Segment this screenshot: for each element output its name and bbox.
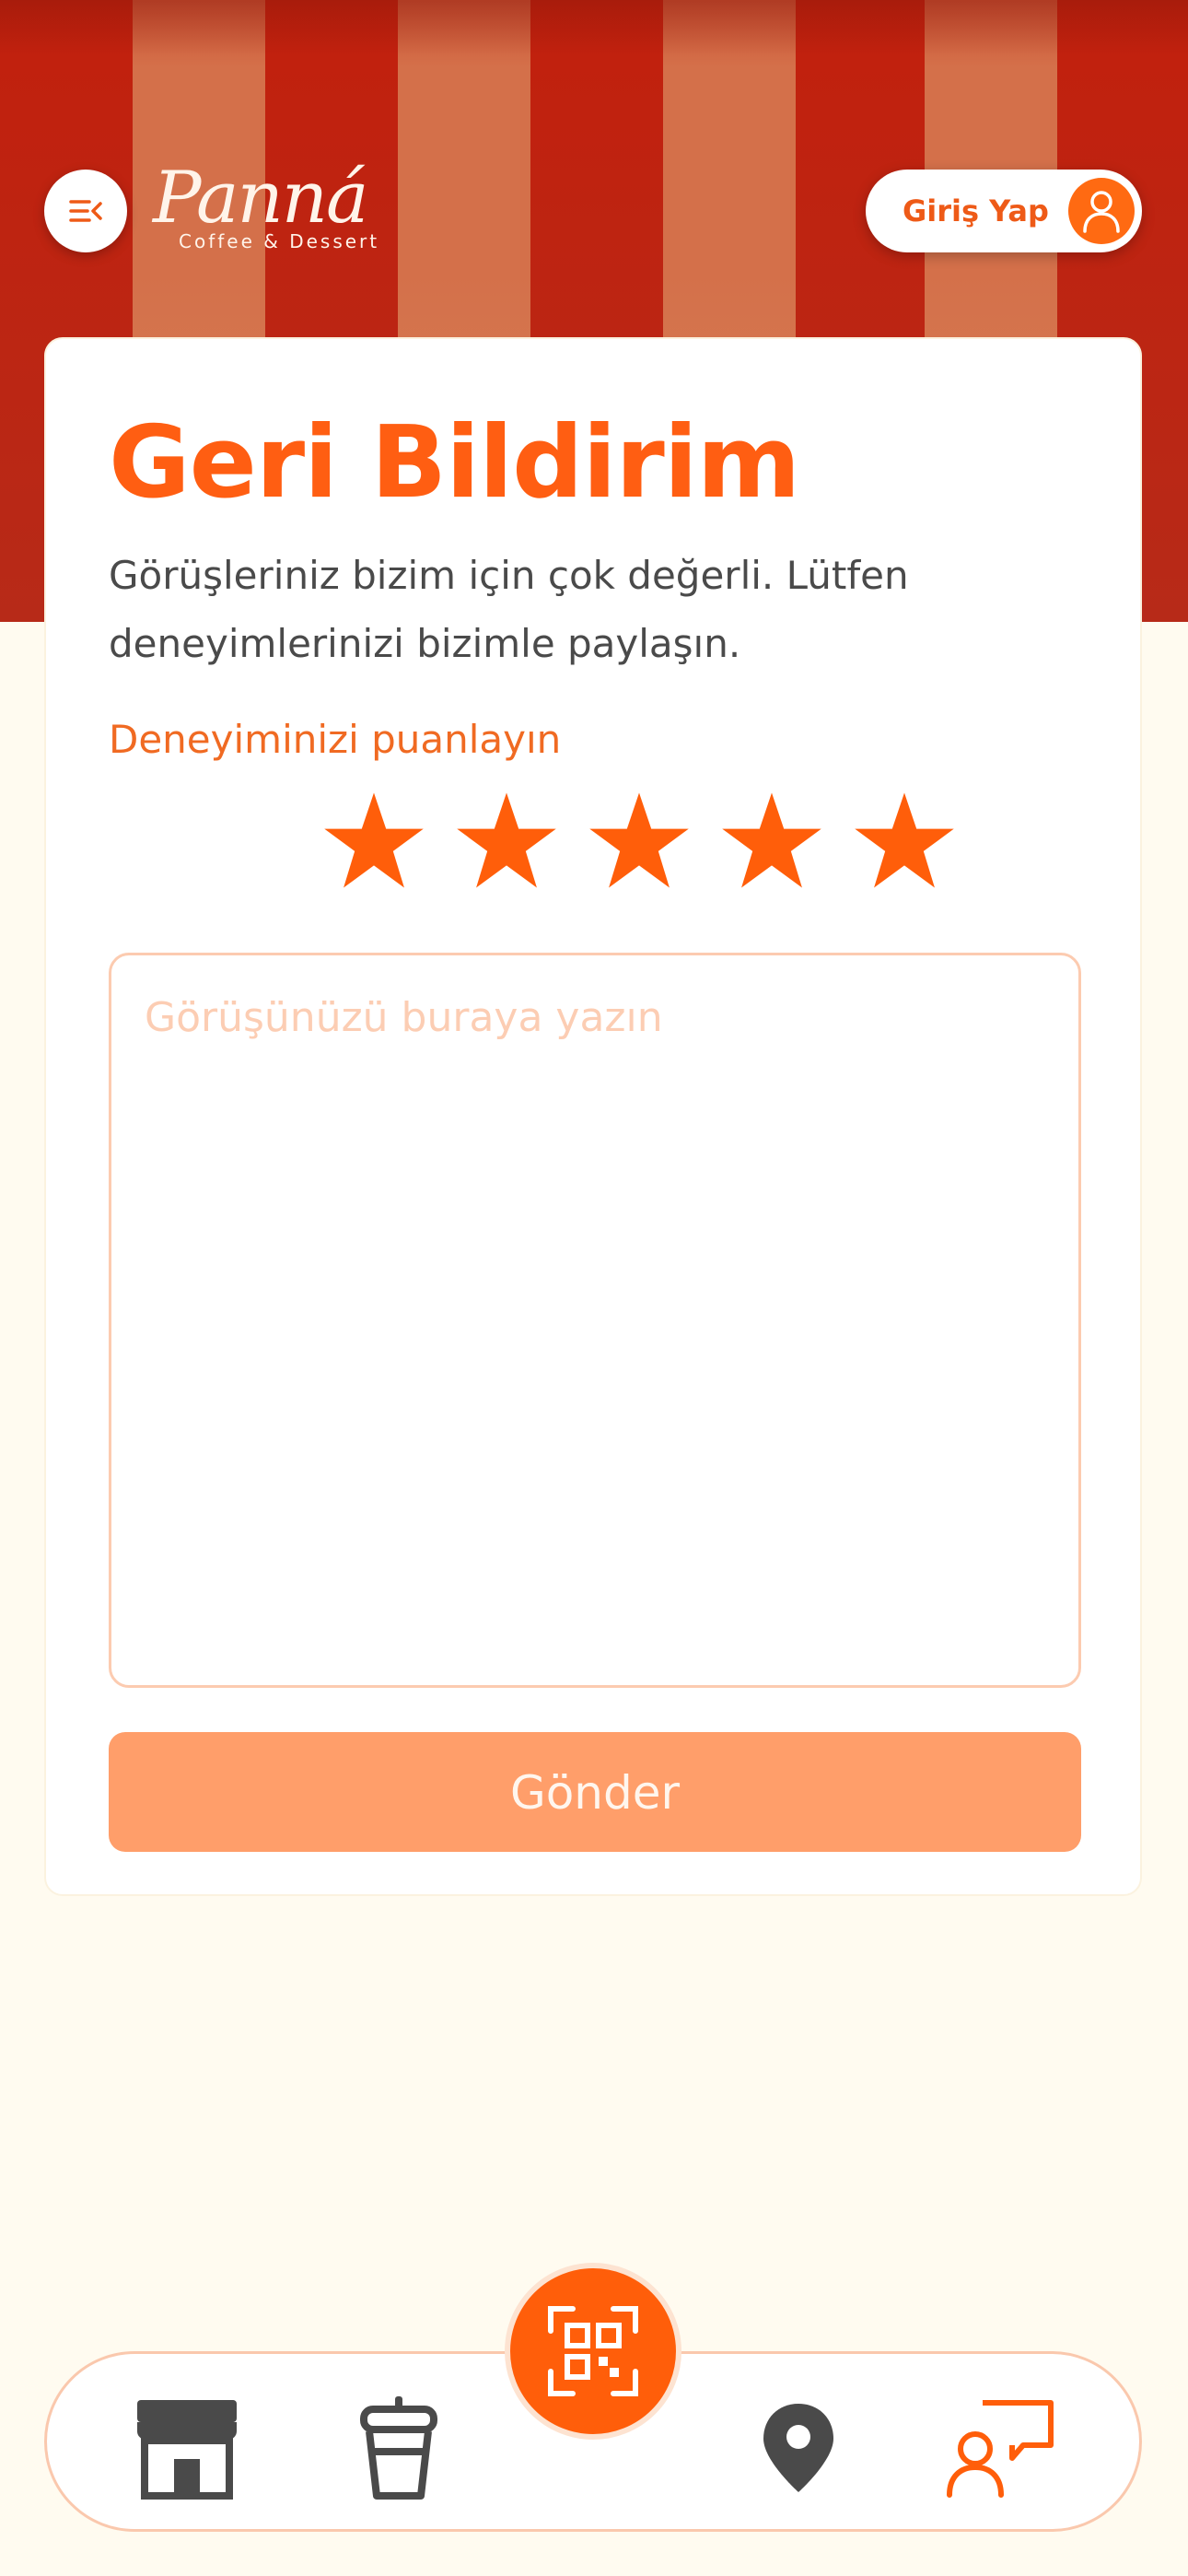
menu-collapse-icon bbox=[69, 200, 102, 222]
rating-label: Deneyiminizi puanlayın bbox=[109, 717, 562, 762]
star-icon bbox=[589, 792, 689, 888]
nav-item-location[interactable] bbox=[743, 2393, 854, 2503]
page-title: Geri Bildirim bbox=[109, 405, 800, 521]
star-icon bbox=[855, 792, 954, 888]
qr-code-icon bbox=[548, 2306, 638, 2396]
star-3[interactable] bbox=[584, 785, 694, 896]
nav-item-store[interactable] bbox=[132, 2393, 242, 2503]
star-2[interactable] bbox=[451, 785, 562, 896]
star-rating bbox=[46, 785, 1144, 905]
star-1[interactable] bbox=[319, 785, 429, 896]
star-icon bbox=[324, 792, 424, 888]
logo-subtitle: Coffee & Dessert bbox=[179, 230, 380, 252]
star-icon bbox=[457, 792, 556, 888]
nav-item-drinks[interactable] bbox=[344, 2393, 454, 2503]
feedback-card: Geri Bildirim Görüşleriniz bizim için ço… bbox=[44, 337, 1142, 1896]
logo-wordmark: Panná bbox=[153, 157, 368, 240]
store-icon bbox=[137, 2400, 237, 2500]
nav-item-feedback[interactable] bbox=[946, 2393, 1056, 2503]
awning-shade bbox=[0, 0, 1188, 55]
feedback-chat-icon bbox=[947, 2400, 1054, 2498]
login-label: Giriş Yap bbox=[903, 193, 1049, 228]
star-icon bbox=[722, 792, 821, 888]
star-5[interactable] bbox=[849, 785, 960, 896]
coffee-cup-icon bbox=[360, 2396, 437, 2500]
page-description: Görüşleriniz bizim için çok değerli. Lüt… bbox=[109, 553, 909, 666]
brand-logo: Panná Coffee & Dessert bbox=[151, 157, 418, 258]
login-button[interactable]: Giriş Yap bbox=[866, 170, 1142, 252]
qr-scan-button[interactable] bbox=[505, 2263, 681, 2440]
user-icon bbox=[1068, 178, 1135, 244]
star-4[interactable] bbox=[716, 785, 827, 896]
feedback-textarea[interactable] bbox=[109, 953, 1081, 1688]
location-pin-icon bbox=[763, 2404, 833, 2492]
menu-button[interactable] bbox=[44, 170, 127, 252]
submit-button[interactable]: Gönder bbox=[109, 1732, 1081, 1852]
